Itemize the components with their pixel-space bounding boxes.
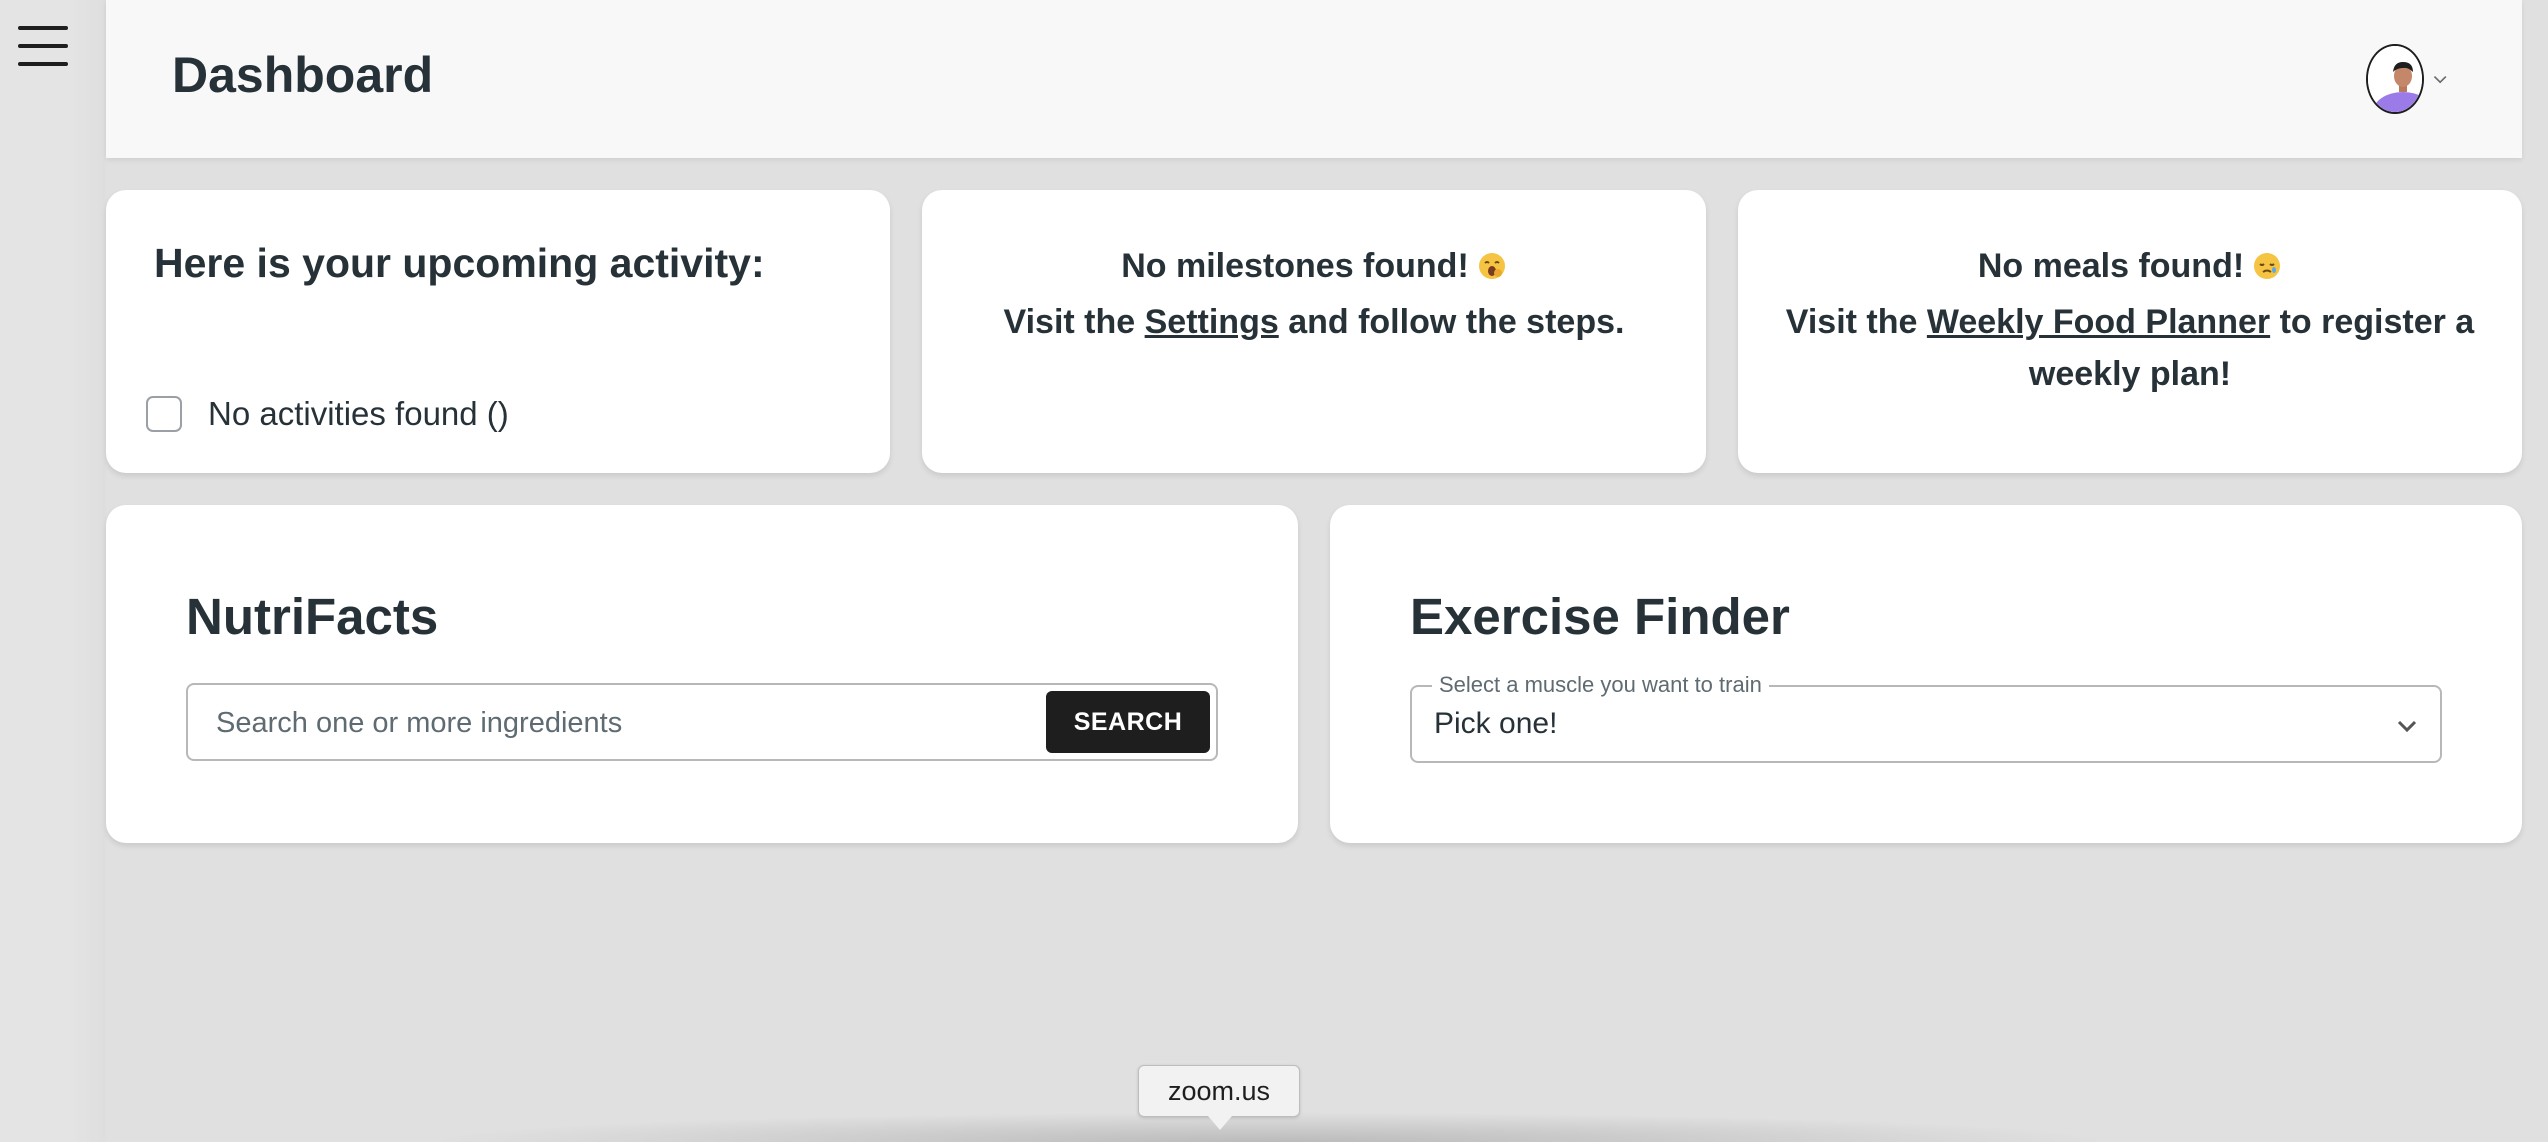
activity-item: No activities found () xyxy=(146,395,509,433)
settings-link[interactable]: Settings xyxy=(1145,303,1279,341)
chevron-down-icon[interactable] xyxy=(2394,713,2420,739)
ingredient-search-input[interactable] xyxy=(214,685,978,761)
chevron-down-icon[interactable] xyxy=(2432,69,2448,89)
activity-heading: Here is your upcoming activity: xyxy=(154,240,765,286)
milestones-prefix: Visit the xyxy=(1003,303,1136,341)
sidebar-strip xyxy=(0,0,106,1142)
milestones-card: No milestones found! Visit the Settings … xyxy=(922,190,1706,473)
zoom-tooltip: zoom.us xyxy=(1138,1065,1300,1117)
nutrifacts-title: NutriFacts xyxy=(186,588,439,645)
meals-message: No meals found! Visit the Weekly Food Pl… xyxy=(1778,240,2482,400)
activity-checkbox[interactable] xyxy=(146,396,182,432)
zoom-tooltip-tail xyxy=(1208,1116,1232,1130)
top-app-bar: Dashboard xyxy=(106,0,2522,158)
yawning-face-emoji-icon xyxy=(1477,244,1507,296)
activity-empty-label: No activities found () xyxy=(208,395,509,432)
meals-empty-text: No meals found! xyxy=(1977,247,2245,285)
nutrifacts-card: NutriFacts SEARCH xyxy=(106,505,1298,843)
account-menu-button[interactable] xyxy=(2366,40,2448,118)
muscle-select-label: Select a muscle you want to train xyxy=(1432,672,1769,698)
sleepy-face-emoji-icon xyxy=(2252,244,2282,296)
exercise-finder-card: Exercise Finder Select a muscle you want… xyxy=(1330,505,2522,843)
milestones-empty-text: No milestones found! xyxy=(1121,247,1469,285)
upcoming-activity-card: Here is your upcoming activity: No activ… xyxy=(106,190,890,473)
page-title: Dashboard xyxy=(172,47,434,103)
milestones-message: No milestones found! Visit the Settings … xyxy=(962,240,1666,348)
user-avatar-icon[interactable] xyxy=(2366,44,2424,114)
milestones-suffix: and follow the steps. xyxy=(1288,303,1625,341)
meals-card: No meals found! Visit the Weekly Food Pl… xyxy=(1738,190,2522,473)
exercise-finder-title: Exercise Finder xyxy=(1410,588,1790,645)
meals-prefix: Visit the xyxy=(1785,303,1918,341)
ingredient-search-box: SEARCH xyxy=(186,683,1218,761)
weekly-food-planner-link[interactable]: Weekly Food Planner xyxy=(1927,303,2270,341)
muscle-select[interactable]: Select a muscle you want to train Pick o… xyxy=(1410,672,2442,763)
hamburger-menu-icon[interactable] xyxy=(18,26,68,66)
muscle-select-value: Pick one! xyxy=(1434,707,1558,740)
search-button[interactable]: SEARCH xyxy=(1046,691,1210,753)
